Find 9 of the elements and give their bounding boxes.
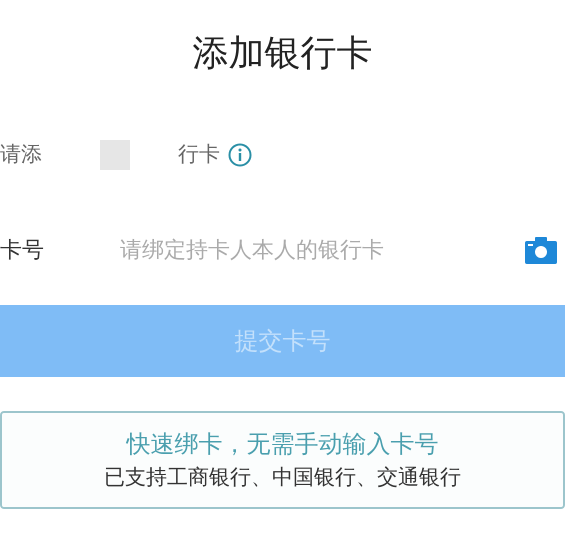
camera-icon[interactable] — [525, 236, 557, 264]
promo-headline: 快速绑卡，无需手动输入卡号 — [126, 429, 438, 460]
page-title: 添加银行卡 — [192, 32, 374, 76]
supported-banks-text: 已支持工商银行、中国银行、交通银行 — [104, 464, 461, 492]
redaction-block — [100, 140, 130, 170]
field-label: 卡号 — [0, 236, 45, 264]
notice-text: 行卡 — [178, 141, 220, 168]
info-icon[interactable] — [228, 143, 252, 167]
notice-text: 请添 — [0, 141, 42, 168]
